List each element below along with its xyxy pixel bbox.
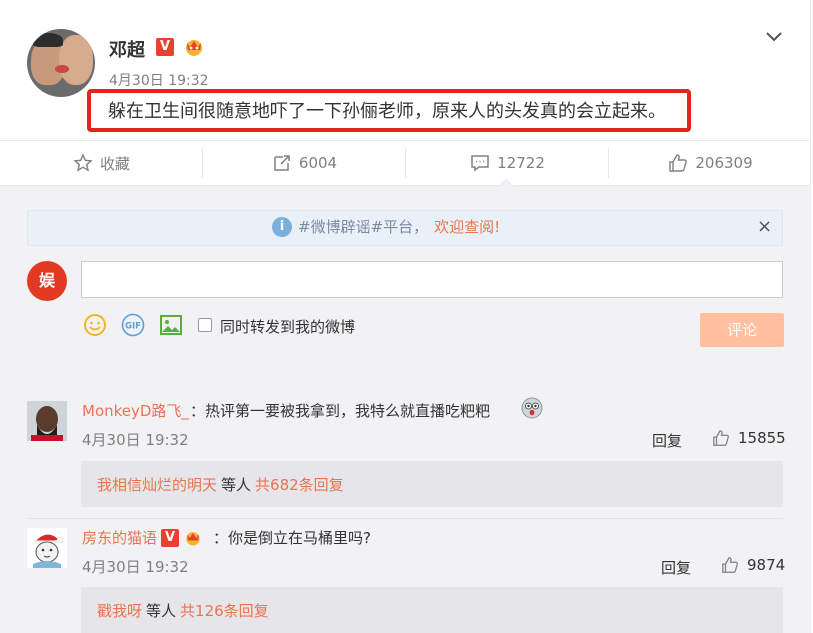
sub-reply-count-link[interactable]: 共126条回复: [180, 600, 269, 621]
comment-pointer-arrow: [498, 178, 514, 187]
comment-count: 12722: [497, 154, 545, 172]
favorite-button[interactable]: 收藏: [0, 141, 203, 185]
comment-timestamp: 4月30日 19:32: [82, 431, 189, 449]
like-button[interactable]: 206309: [609, 141, 812, 185]
sub-replies-summary[interactable]: 我相信灿烂的明天 等人 共682条回复: [81, 461, 783, 507]
sub-replies-summary[interactable]: 戳我呀 等人 共126条回复: [81, 587, 783, 633]
comment-like-count: 9874: [747, 556, 786, 574]
comment-text: ：你是倒立在马桶里吗?: [213, 529, 371, 547]
comment-like-button[interactable]: 9874: [721, 556, 785, 574]
author-avatar[interactable]: [27, 29, 95, 97]
commenter-avatar[interactable]: [27, 528, 67, 568]
surprised-emoji-icon: [521, 397, 543, 419]
author-name[interactable]: 邓超: [109, 36, 145, 62]
commenter-name-row: 房东的猫语 V: [82, 527, 203, 548]
sub-reply-mid: 等人: [221, 475, 252, 494]
rumor-notice-content[interactable]: i #微博辟谣#平台， 欢迎查阅!: [272, 216, 500, 237]
comment-like-count: 15855: [738, 429, 786, 447]
comment-text: ：热评第一要被我拿到，我特么就直播吃粑粑: [190, 402, 491, 420]
comment-like-button[interactable]: 15855: [712, 429, 786, 447]
verified-badge-icon: V: [156, 38, 174, 56]
favorite-label: 收藏: [99, 154, 130, 173]
commenter-name[interactable]: 房东的猫语: [82, 527, 157, 548]
divider: [27, 518, 783, 519]
verified-badge-icon: V: [161, 528, 180, 547]
comment-icon: [471, 155, 489, 172]
vip-crown-icon: [186, 531, 200, 545]
sub-reply-user[interactable]: 戳我呀: [97, 600, 142, 621]
submit-comment-button[interactable]: 评论: [700, 313, 784, 347]
info-icon: i: [272, 216, 292, 237]
vip-crown-icon: [186, 40, 202, 56]
gif-icon[interactable]: GIF: [121, 313, 145, 337]
reply-button[interactable]: 回复: [652, 430, 682, 451]
post-text: 躲在卫生间很随意地吓了一下孙俪老师，原来人的头发真的会立起来。: [108, 101, 666, 122]
thumbs-up-icon: [713, 430, 729, 446]
close-icon[interactable]: ×: [757, 216, 772, 237]
sub-reply-mid: 等人: [146, 601, 177, 620]
notice-link[interactable]: 欢迎查阅!: [434, 216, 500, 237]
comment-timestamp: 4月30日 19:32: [82, 558, 189, 576]
weibo-post-card: 邓超 V 4月30日 19:32 躲在卫生间很随意地吓了一下孙俪老师，原来人的头…: [0, 0, 811, 633]
image-icon[interactable]: [159, 313, 183, 337]
gif-label: GIF: [125, 322, 141, 332]
repost-button[interactable]: 6004: [203, 141, 406, 185]
repost-checkbox-label[interactable]: 同时转发到我的微博: [220, 316, 355, 337]
star-icon: [73, 153, 93, 172]
thumbs-up-icon: [722, 557, 738, 573]
post-timestamp[interactable]: 4月30日 19:32: [109, 70, 209, 90]
commenter-avatar[interactable]: [27, 401, 67, 441]
comment-input[interactable]: [81, 261, 783, 298]
repost-checkbox[interactable]: [198, 318, 212, 332]
emoji-icon[interactable]: [83, 313, 107, 337]
thumbs-up-icon: [669, 154, 688, 172]
like-count: 206309: [695, 154, 753, 172]
my-avatar[interactable]: 娱: [27, 261, 67, 301]
sub-reply-user[interactable]: 我相信灿烂的明天: [97, 474, 217, 495]
repost-count: 6004: [298, 154, 338, 172]
action-bar: 收藏 6004 12722 206309: [0, 140, 811, 186]
reply-button[interactable]: 回复: [661, 557, 691, 578]
notice-text: #微博辟谣#平台，: [298, 218, 429, 236]
sub-reply-count-link[interactable]: 共682条回复: [255, 474, 344, 495]
chevron-down-icon[interactable]: [764, 26, 784, 46]
commenter-name[interactable]: MonkeyD路飞_: [82, 400, 189, 421]
repost-icon: [274, 155, 290, 171]
